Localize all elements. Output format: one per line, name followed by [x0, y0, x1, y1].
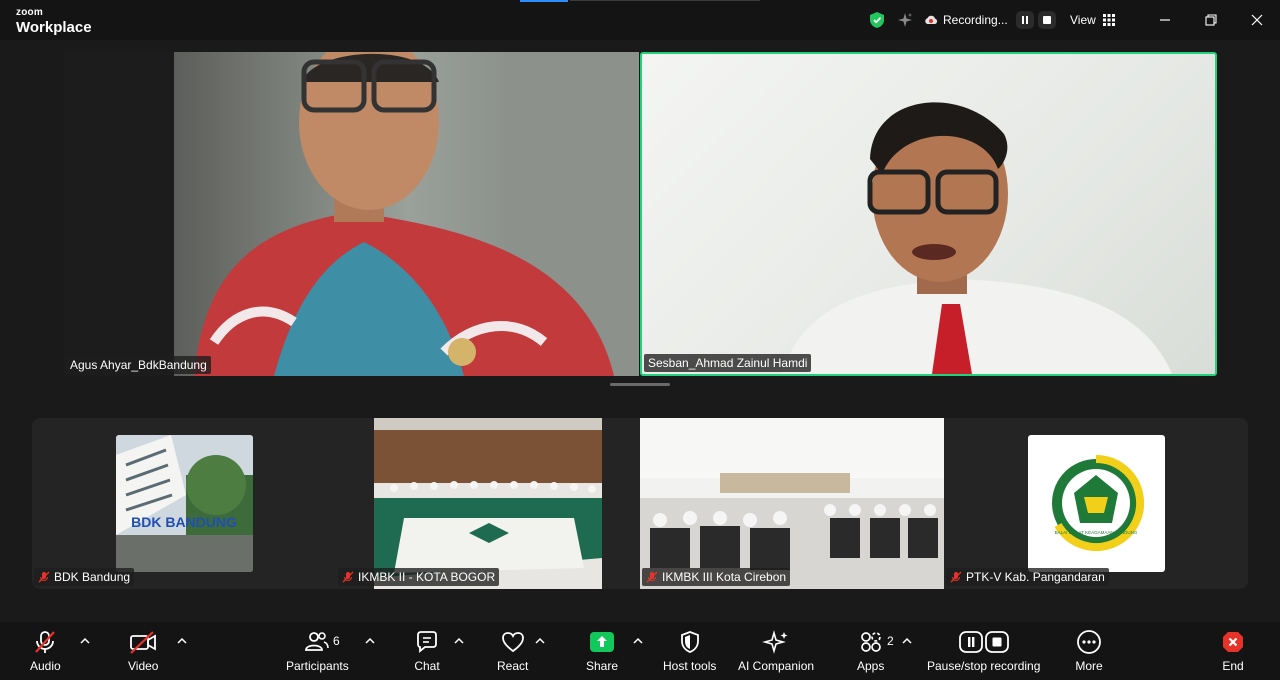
view-button[interactable]: View: [1070, 10, 1116, 30]
participant-name: Agus Ahyar_BdkBandung: [70, 358, 207, 372]
react-button[interactable]: React: [497, 628, 528, 673]
end-meeting-button[interactable]: End: [1220, 628, 1246, 673]
video-tile-ikmbk-cirebon[interactable]: [640, 418, 944, 589]
ai-companion-label: AI Companion: [738, 659, 815, 673]
ai-companion-button[interactable]: AI Companion: [738, 628, 814, 673]
apps-label: Apps: [857, 659, 885, 673]
grid-view-icon: [1102, 14, 1115, 26]
participant-name-tag: Sesban_Ahmad Zainul Hamdi: [644, 354, 812, 372]
muted-microphone-icon: [32, 628, 58, 656]
cloud-recording-icon: [925, 15, 938, 24]
close-icon: [1251, 14, 1263, 26]
share-options-chevron-up-icon[interactable]: [631, 634, 645, 648]
video-tile-agus-ahyar[interactable]: Agus Ahyar_BdkBandung: [64, 52, 639, 376]
participant-name: BDK Bandung: [54, 570, 131, 584]
institution-logo: BALAI DIKLAT KEAGAMAAN BANDUNG: [1052, 454, 1145, 551]
pause-stop-recording-button[interactable]: Pause/stop recording: [927, 628, 1040, 673]
view-label: View: [1070, 13, 1096, 27]
video-tile-sesban-ahmad[interactable]: Sesban_Ahmad Zainul Hamdi: [640, 52, 1217, 376]
minimize-button[interactable]: [1153, 8, 1177, 32]
participant-name-tag: BDK Bandung: [34, 568, 135, 586]
apps-options-chevron-up-icon[interactable]: [900, 634, 914, 648]
close-button[interactable]: [1245, 8, 1269, 32]
participants-label: Participants: [286, 659, 349, 673]
participant-video-bogor: [374, 418, 602, 589]
participant-name-tag: PTK-V Kab. Pangandaran: [946, 568, 1109, 586]
participant-name-tag: Agus Ahyar_BdkBandung: [66, 356, 211, 374]
ai-sparkle-icon[interactable]: [896, 10, 914, 30]
bdk-sign-text: BDK BANDUNG: [131, 514, 237, 530]
participant-name: PTK-V Kab. Pangandaran: [966, 570, 1105, 584]
participant-name-tag: IKMBK III Kota Cirebon: [642, 568, 791, 586]
chat-button[interactable]: Chat: [414, 628, 440, 673]
pause-stop-recording-label: Pause/stop recording: [927, 659, 1041, 673]
participant-video-agus: [64, 52, 639, 376]
more-button[interactable]: More: [1075, 628, 1103, 673]
pause-stop-recording-icon: [958, 628, 1010, 656]
restore-button[interactable]: [1199, 8, 1223, 32]
ai-sparkle-icon: [762, 628, 790, 656]
host-tools-button[interactable]: Host tools: [663, 628, 716, 673]
participant-video-cirebon: [640, 418, 944, 589]
pause-recording-button[interactable]: [1015, 11, 1034, 29]
meeting-toolbar: Audio Video Participants 6 Chat React Sh…: [0, 622, 1280, 680]
end-label: End: [1222, 659, 1244, 673]
chat-icon: [414, 628, 440, 656]
video-tile-bdk-bandung[interactable]: BDK BANDUNG: [116, 435, 253, 572]
participants-options-chevron-up-icon[interactable]: [363, 634, 377, 648]
react-label: React: [497, 659, 529, 673]
more-icon: [1075, 628, 1103, 656]
muted-microphone-icon: [342, 571, 354, 583]
host-tools-label: Host tools: [663, 659, 717, 673]
share-screen-icon: [588, 628, 616, 656]
title-bar: zoom Workplace Recording... View: [0, 0, 1280, 40]
muted-microphone-icon: [950, 571, 962, 583]
shield-icon: [677, 628, 703, 656]
end-meeting-icon: [1220, 628, 1246, 656]
encryption-shield-icon[interactable]: [868, 10, 886, 30]
top-accent-line: [570, 0, 760, 1]
top-accent-bar: [520, 0, 568, 2]
participant-name: IKMBK III Kota Cirebon: [662, 570, 787, 584]
muted-microphone-icon: [646, 571, 658, 583]
video-tile-ptk-pangandaran[interactable]: BALAI DIKLAT KEAGAMAAN BANDUNG: [1028, 435, 1165, 572]
recording-indicator[interactable]: Recording...: [924, 10, 1056, 30]
video-tile-ikmbk-bogor[interactable]: [374, 418, 602, 589]
video-label: Video: [128, 659, 159, 673]
heart-icon: [500, 628, 526, 656]
resize-divider-handle[interactable]: [610, 383, 670, 386]
participant-name: IKMBK II - KOTA BOGOR: [358, 570, 496, 584]
audio-options-chevron-up-icon[interactable]: [78, 634, 92, 648]
profile-picture-bdk-bandung: BDK BANDUNG: [116, 435, 253, 572]
chat-label: Chat: [414, 659, 440, 673]
apps-icon: [858, 628, 884, 656]
minimize-icon: [1160, 19, 1170, 21]
restore-icon: [1205, 14, 1217, 26]
video-off-icon: [128, 628, 158, 656]
share-button[interactable]: Share: [586, 628, 618, 673]
apps-button[interactable]: Apps: [857, 628, 884, 673]
video-options-chevron-up-icon[interactable]: [175, 634, 189, 648]
brand-workplace: Workplace: [16, 19, 92, 36]
app-logo: zoom Workplace: [16, 7, 92, 36]
participant-video-sesban: [782, 102, 1172, 374]
apps-count: 2: [887, 634, 894, 648]
muted-microphone-icon: [38, 571, 50, 583]
participants-icon: [303, 628, 331, 656]
react-options-chevron-up-icon[interactable]: [533, 634, 547, 648]
logo-text: BALAI DIKLAT KEAGAMAAN BANDUNG: [1055, 530, 1138, 535]
video-button[interactable]: Video: [128, 628, 158, 673]
participant-name: Sesban_Ahmad Zainul Hamdi: [648, 356, 808, 370]
stop-recording-button[interactable]: [1037, 11, 1056, 29]
participant-name-tag: IKMBK II - KOTA BOGOR: [338, 568, 500, 586]
audio-button[interactable]: Audio: [30, 628, 61, 673]
recording-label: Recording...: [943, 13, 1008, 27]
chat-options-chevron-up-icon[interactable]: [452, 634, 466, 648]
audio-label: Audio: [30, 659, 61, 673]
more-label: More: [1075, 659, 1103, 673]
share-label: Share: [586, 659, 619, 673]
participants-count: 6: [333, 634, 340, 648]
brand-zoom: zoom: [16, 7, 43, 18]
